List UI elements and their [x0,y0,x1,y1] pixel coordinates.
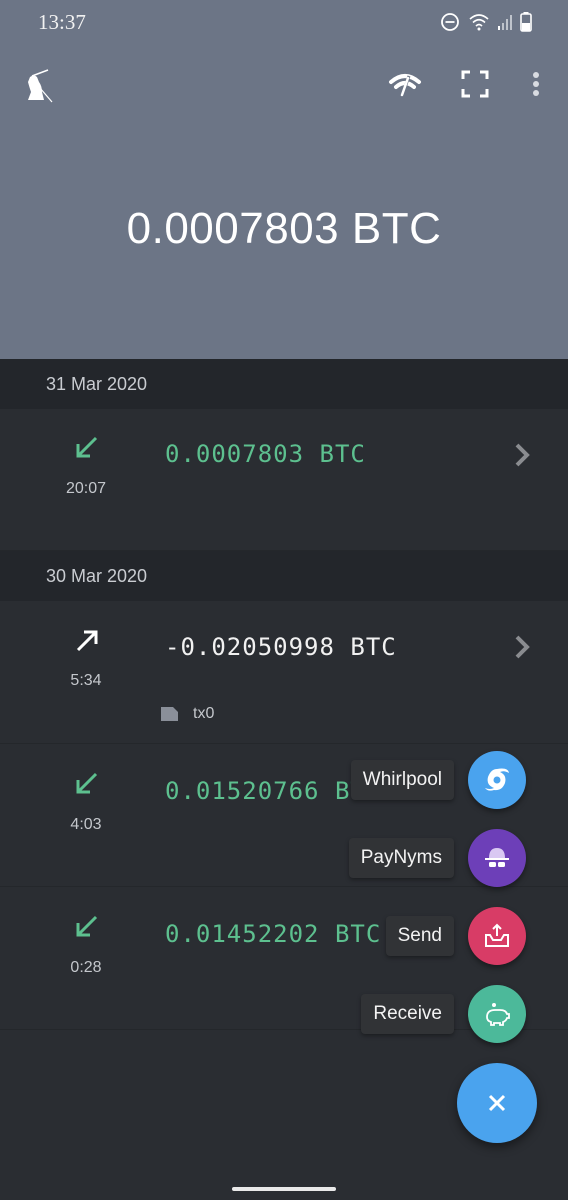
send-button[interactable] [468,907,526,965]
chevron-right-icon [515,443,530,467]
scan-qr-button[interactable] [457,66,493,102]
incoming-arrow-icon [76,915,98,937]
fab-whirlpool-label[interactable]: Whirlpool [350,760,454,800]
send-icon [485,923,509,947]
transaction-amount: 0.0007803 BTC [165,440,366,468]
scan-qr-icon [461,70,489,98]
fab-paynyms[interactable]: PayNyms [348,829,526,887]
fab-receive[interactable]: Receive [361,985,526,1043]
do-not-disturb-icon [441,13,459,31]
transaction-time: 0:28 [70,959,102,976]
paynym-icon [485,848,509,867]
fab-send-label[interactable]: Send [385,916,454,956]
more-options-button[interactable] [518,66,554,102]
incoming-arrow-icon [76,772,98,794]
paynyms-button[interactable] [468,829,526,887]
fab-paynyms-label[interactable]: PayNyms [348,838,454,878]
receive-button[interactable] [468,985,526,1043]
cell-signal-icon [498,15,512,30]
status-time: 13:37 [38,10,86,34]
whirlpool-button[interactable] [468,751,526,809]
note-icon [161,707,178,721]
whirlpool-icon [485,768,509,791]
home-indicator[interactable] [232,1187,336,1191]
date-header: 30 Mar 2020 [0,551,568,601]
transaction-note: tx0 [160,705,214,723]
date-header: 31 Mar 2020 [0,359,568,409]
fab-receive-label[interactable]: Receive [361,994,454,1034]
wifi-icon [469,14,489,31]
incoming-arrow-icon [76,436,98,458]
samurai-logo[interactable] [22,66,58,103]
transaction-row[interactable]: 20:07 0.0007803 BTC [0,409,568,551]
fab-close-button[interactable] [457,1063,537,1143]
fab-send[interactable]: Send [385,907,526,965]
fab-whirlpool[interactable]: Whirlpool [350,751,526,809]
chevron-right-icon [515,635,530,659]
note-text: tx0 [193,705,215,722]
status-bar: 13:37 [0,0,568,44]
network-status-button[interactable] [387,66,423,102]
transaction-amount: -0.02050998 BTC [165,633,397,661]
toolbar [0,62,568,106]
outgoing-arrow-icon [76,630,98,652]
transaction-time: 5:34 [70,672,102,689]
transaction-amount: 0.01520766 BTC [165,777,382,805]
balance-header: 13:37 0.0007803 BTC [0,0,568,359]
close-icon [488,1094,506,1112]
transaction-time: 20:07 [65,480,107,497]
receive-piggy-bank-icon [486,1003,510,1026]
status-icons [440,12,532,32]
wallet-screen: 13:37 0.0007803 BTC 31 Mar 2020 20:07 0.… [0,0,568,1200]
battery-icon [520,12,532,32]
more-options-icon [533,72,539,96]
transaction-amount: 0.01452202 BTC [165,920,382,948]
wallet-balance[interactable]: 0.0007803 BTC [0,204,568,254]
transaction-time: 4:03 [70,816,102,833]
transaction-row[interactable]: 5:34 -0.02050998 BTC tx0 [0,601,568,744]
network-status-icon [389,74,421,97]
